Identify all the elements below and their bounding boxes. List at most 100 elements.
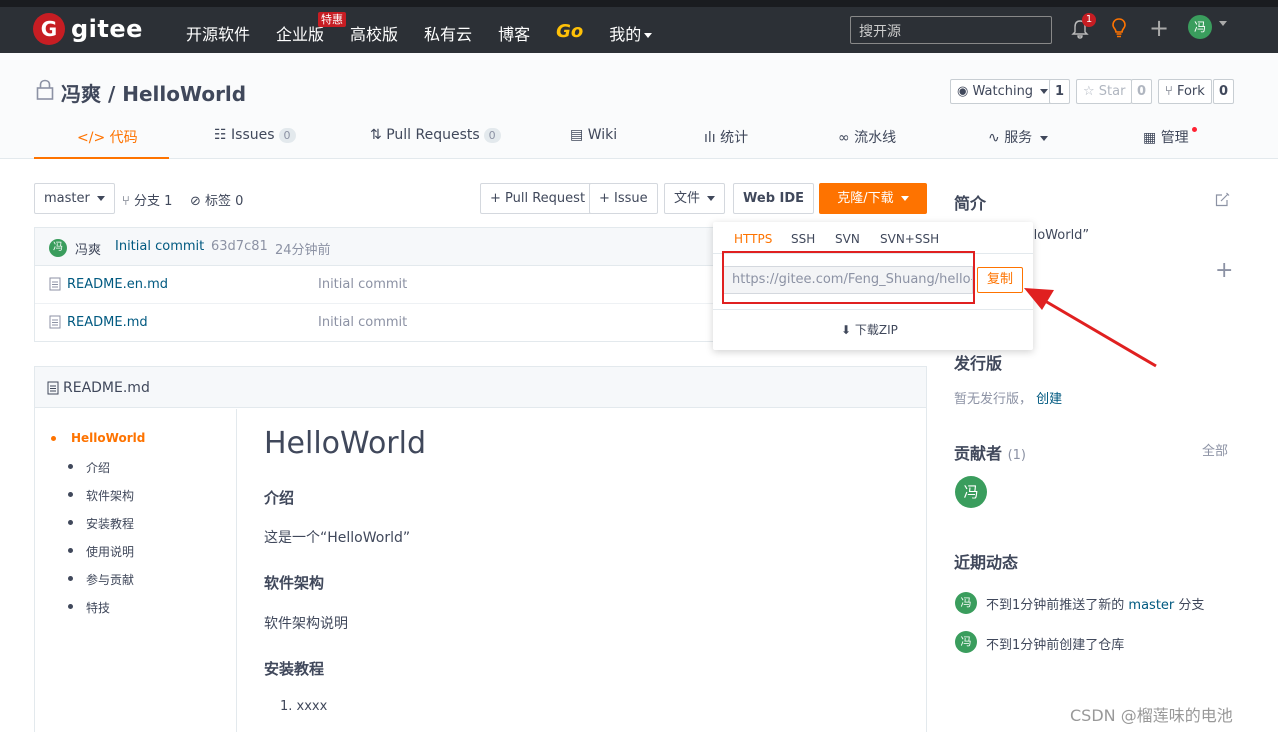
tab-https[interactable]: HTTPS xyxy=(734,232,772,246)
sidebar-release-text: 暂无发行版， 创建 xyxy=(954,388,1062,407)
pipeline-icon: ∞ xyxy=(838,130,850,146)
pull-requests-count: 0 xyxy=(483,128,501,143)
toc-bullet xyxy=(51,436,56,441)
lightbulb-icon[interactable] xyxy=(1110,17,1128,39)
annotation-arrow-icon xyxy=(1024,288,1157,368)
download-zip-label: 下载ZIP xyxy=(854,323,898,337)
tab-wiki[interactable]: ▤ Wiki xyxy=(570,127,617,143)
tab-stats[interactable]: ılı 统计 xyxy=(704,127,748,147)
nav-mine[interactable]: 我的 xyxy=(609,21,653,45)
tag-icon: ⊘ xyxy=(190,194,201,209)
manage-icon: ▦ xyxy=(1143,130,1157,146)
tab-wiki-label: Wiki xyxy=(587,127,618,143)
pull-request-button[interactable]: + Pull Request xyxy=(480,183,596,214)
user-avatar[interactable]: 冯 xyxy=(1188,15,1212,39)
star-count[interactable]: 0 xyxy=(1131,79,1153,104)
tab-pull-requests[interactable]: ⇅ Pull Requests 0 xyxy=(370,127,501,143)
sidebar-activity-title: 近期动态 xyxy=(954,553,1019,572)
branch-select[interactable]: master xyxy=(34,183,115,214)
table-row[interactable]: README.en.md Initial commit xyxy=(35,266,728,304)
table-row[interactable]: README.md Initial commit xyxy=(35,304,728,342)
file-name[interactable]: README.en.md xyxy=(67,277,168,292)
toc-item-tricks[interactable]: 特技 xyxy=(86,599,110,616)
readme-section-title: 安装教程 xyxy=(264,660,325,678)
toc-item-contribute[interactable]: 参与贡献 xyxy=(86,571,134,588)
issues-icon: ☷ xyxy=(214,127,227,143)
manage-notification-dot xyxy=(1192,127,1197,132)
file-commit-message[interactable]: Initial commit xyxy=(318,315,407,330)
file-list: 冯 冯爽 Initial commit 63d7c81 24分钟前 README… xyxy=(34,227,728,342)
gitee-logo-text: gitee xyxy=(71,15,143,43)
search-input[interactable]: 搜开源 xyxy=(850,16,1052,44)
nav-enterprise[interactable]: 企业版 特惠 xyxy=(276,12,347,45)
nav-blog[interactable]: 博客 xyxy=(498,21,530,45)
file-commit-message[interactable]: Initial commit xyxy=(318,277,407,292)
create-release-link[interactable]: 创建 xyxy=(1036,392,1062,407)
tab-manage[interactable]: ▦ 管理 xyxy=(1143,127,1189,147)
tab-svn-ssh[interactable]: SVN+SSH xyxy=(880,232,939,246)
chevron-down-icon xyxy=(1039,135,1048,141)
watching-button[interactable]: ◉ Watching xyxy=(950,79,1056,104)
tab-issues[interactable]: ☷ Issues 0 xyxy=(214,127,296,143)
activity-branch-link[interactable]: master xyxy=(1128,598,1174,613)
toc-bullet xyxy=(68,492,73,497)
tab-services[interactable]: ∿ 服务 xyxy=(988,127,1048,147)
web-ide-button[interactable]: Web IDE xyxy=(733,183,815,214)
commit-message[interactable]: Initial commit xyxy=(115,239,204,254)
nav-opensource[interactable]: 开源软件 xyxy=(186,21,250,45)
activity-item: 不到1分钟前推送了新的 master 分支 xyxy=(986,594,1204,613)
branches-link[interactable]: ⑂ 分支 1 xyxy=(122,190,172,209)
download-zip-link[interactable]: ⬇ 下载ZIP xyxy=(841,321,898,338)
contributors-count: (1) xyxy=(1007,448,1027,463)
readme-paragraph: 软件架构说明 xyxy=(264,616,348,632)
tab-issues-label: Issues xyxy=(231,127,275,143)
toc-item-helloworld[interactable]: HelloWorld xyxy=(71,431,145,445)
contributor-avatar[interactable]: 冯 xyxy=(955,476,987,508)
tab-pipeline[interactable]: ∞ 流水线 xyxy=(838,127,896,147)
create-plus-icon[interactable]: + xyxy=(1149,16,1169,40)
commit-author-avatar[interactable]: 冯 xyxy=(49,239,67,257)
activity-avatar[interactable]: 冯 xyxy=(955,631,977,653)
toc-item-usage[interactable]: 使用说明 xyxy=(86,543,134,560)
commit-author[interactable]: 冯爽 xyxy=(75,239,101,258)
tab-code[interactable]: </> 代码 xyxy=(77,127,138,147)
fork-label: Fork xyxy=(1176,84,1205,99)
star-label: Star xyxy=(1098,84,1126,99)
release-empty-text: 暂无发行版， xyxy=(954,392,1033,407)
contributors-all-link[interactable]: 全部 xyxy=(1202,440,1228,459)
tab-ssh[interactable]: SSH xyxy=(791,232,815,246)
edit-icon[interactable] xyxy=(1215,192,1230,207)
commit-hash[interactable]: 63d7c81 xyxy=(211,239,268,254)
readme-section-title: 软件架构 xyxy=(264,574,325,592)
nav-private-cloud[interactable]: 私有云 xyxy=(424,21,472,45)
special-offer-badge: 特惠 xyxy=(318,12,347,27)
readme-section-title: 介绍 xyxy=(264,489,295,507)
add-plus-icon[interactable]: + xyxy=(1215,258,1233,283)
tab-services-label: 服务 xyxy=(1004,130,1033,146)
watching-count[interactable]: 1 xyxy=(1049,79,1071,104)
toc-item-architecture[interactable]: 软件架构 xyxy=(86,487,134,504)
fork-button[interactable]: ⑂ Fork xyxy=(1158,79,1212,104)
repo-title[interactable]: 冯爽 / HelloWorld xyxy=(61,78,246,107)
gitee-logo[interactable]: G gitee xyxy=(33,13,143,45)
clone-download-button[interactable]: 克隆/下载 xyxy=(819,183,927,214)
chevron-down-icon xyxy=(900,196,909,201)
toc-bullet xyxy=(68,464,73,469)
tags-link[interactable]: ⊘ 标签 0 xyxy=(190,190,243,209)
download-icon: ⬇ xyxy=(841,323,852,337)
file-menu-button[interactable]: 文件 xyxy=(664,183,726,214)
branch-icon: ⑂ xyxy=(122,194,130,209)
toc-item-install[interactable]: 安装教程 xyxy=(86,515,134,532)
toc-item-intro[interactable]: 介绍 xyxy=(86,459,110,476)
readme-panel: README.md HelloWorld 介绍 软件架构 安装教程 使用说明 参… xyxy=(34,366,927,732)
nav-education[interactable]: 高校版 xyxy=(350,21,398,45)
fork-count[interactable]: 0 xyxy=(1213,79,1235,104)
file-name[interactable]: README.md xyxy=(67,315,148,330)
issue-button[interactable]: + Issue xyxy=(589,183,658,214)
activity-avatar[interactable]: 冯 xyxy=(955,592,977,614)
file-icon xyxy=(49,315,61,329)
star-button[interactable]: ☆ Star xyxy=(1076,79,1133,104)
chevron-down-icon[interactable] xyxy=(1219,21,1227,26)
nav-go[interactable]: Go xyxy=(556,21,583,45)
tab-svn[interactable]: SVN xyxy=(835,232,860,246)
